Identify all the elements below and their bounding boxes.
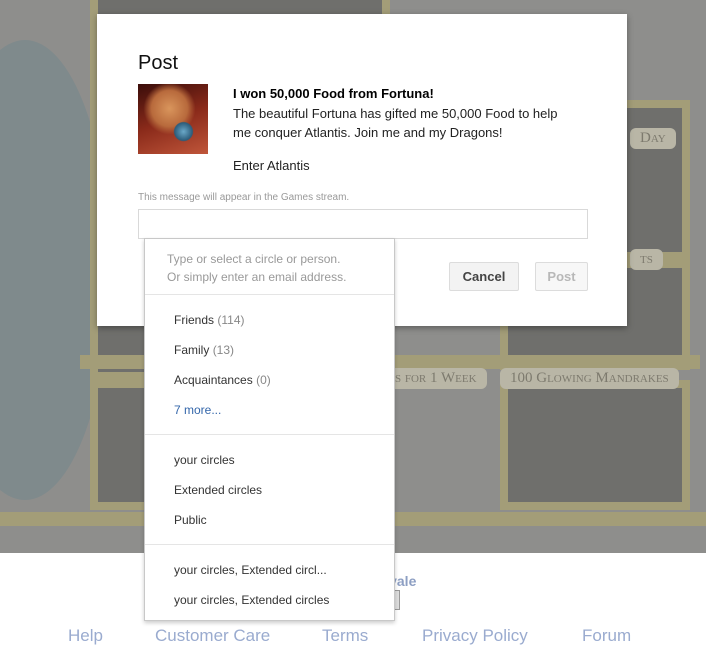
- circle-item-acquaintances[interactable]: Acquaintances (0): [174, 373, 271, 387]
- footer-link-terms[interactable]: Terms: [322, 626, 368, 646]
- circle-picker-dropdown: Type or select a circle or person. Or sim…: [144, 238, 395, 621]
- recent-item[interactable]: your circles, Extended circl...: [174, 563, 327, 577]
- post-description: The beautiful Fortuna has gifted me 50,0…: [233, 106, 558, 140]
- post-title: I won 50,000 Food from Fortuna!: [233, 86, 434, 101]
- dialog-title: Post: [138, 52, 179, 74]
- picker-placeholder: Type or select a circle or person. Or sim…: [167, 252, 347, 284]
- reward-frame: [500, 380, 690, 510]
- cancel-button[interactable]: Cancel: [449, 262, 519, 291]
- more-circles-link[interactable]: 7 more...: [174, 403, 221, 417]
- reward-plate: Day: [630, 128, 676, 149]
- circle-item-family[interactable]: Family (13): [174, 343, 234, 357]
- reward-plate: 100 Glowing Mandrakes: [500, 368, 679, 389]
- footer-link-help[interactable]: Help: [68, 626, 103, 646]
- divider: [145, 294, 394, 295]
- group-item-extended-circles[interactable]: Extended circles: [174, 483, 262, 497]
- recent-item[interactable]: your circles, Extended circles: [174, 593, 329, 607]
- stream-hint: This message will appear in the Games st…: [138, 192, 350, 203]
- divider: [145, 434, 394, 435]
- reward-plate: s for 1 Week: [385, 368, 487, 389]
- footer-link-privacy-policy[interactable]: Privacy Policy: [422, 626, 528, 646]
- share-input[interactable]: [138, 209, 588, 239]
- group-item-public[interactable]: Public: [174, 513, 207, 527]
- post-link[interactable]: Enter Atlantis: [233, 158, 310, 173]
- divider: [145, 544, 394, 545]
- reward-plate: ts: [630, 249, 663, 270]
- post-button[interactable]: Post: [535, 262, 588, 291]
- circle-item-friends[interactable]: Friends (114): [174, 313, 244, 327]
- post-thumbnail: [138, 84, 208, 154]
- footer-link-forum[interactable]: Forum: [582, 626, 631, 646]
- footer-link-customer-care[interactable]: Customer Care: [155, 626, 270, 646]
- group-item-your-circles[interactable]: your circles: [174, 453, 235, 467]
